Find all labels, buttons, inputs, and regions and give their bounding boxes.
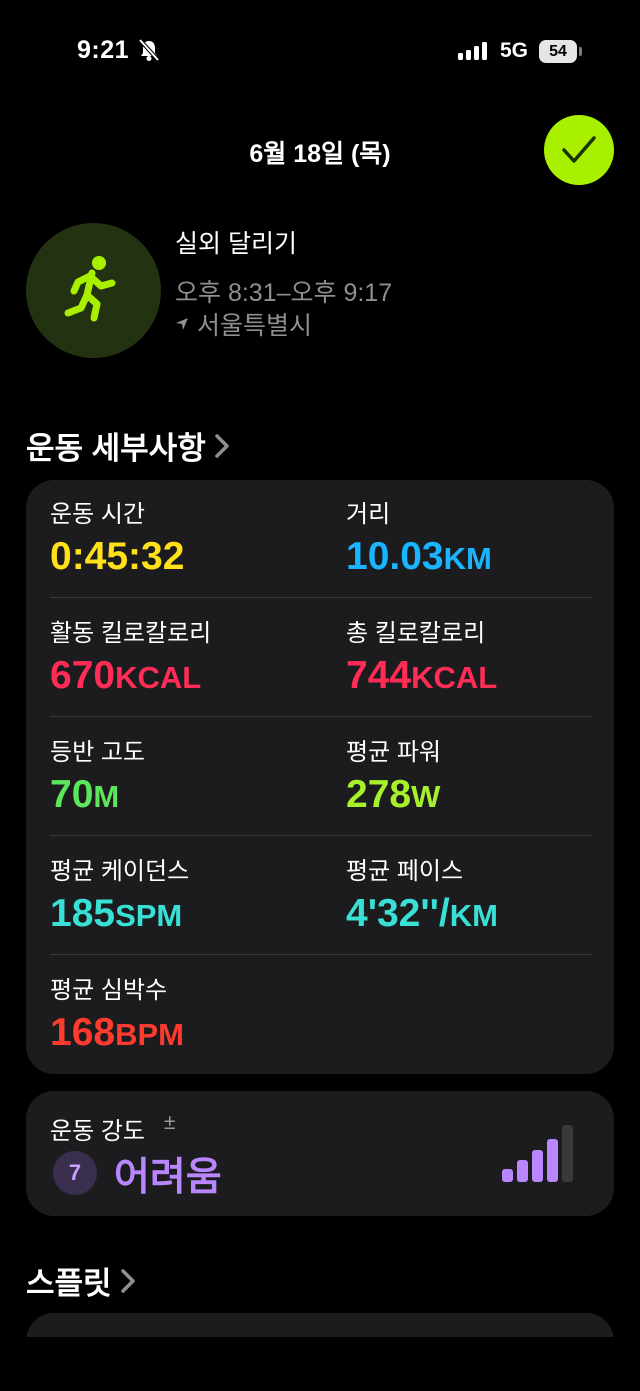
metric-workout-time: 운동 시간 0:45:32 (50, 500, 184, 582)
metric-value: 278W (346, 773, 441, 816)
metric-label: 평균 케이던스 (50, 858, 190, 885)
metric-active-calories: 활동 킬로칼로리 670KCAL (50, 619, 211, 701)
metric-label: 거리 (346, 501, 391, 528)
divider (50, 716, 592, 717)
metric-average-pace: 평균 페이스 4'32''/KM (346, 857, 498, 939)
metric-average-heart-rate: 평균 심박수 168BPM (50, 976, 184, 1058)
chevron-right-icon (214, 433, 229, 458)
effort-bars-icon (502, 1125, 573, 1182)
workout-effort-card[interactable]: 운동 강도 ± 7 어려움 (26, 1091, 614, 1216)
location-arrow-icon (176, 318, 188, 330)
battery-icon: 54 (539, 40, 577, 63)
status-bar: 9:21 5G 54 (0, 0, 640, 100)
network-type: 5G (500, 39, 529, 62)
splits-header[interactable]: 스플릿 (26, 1258, 136, 1303)
workout-name: 실외 달리기 (175, 230, 297, 258)
divider (50, 835, 592, 836)
workout-type-badge (26, 223, 161, 358)
metric-value: 70M (50, 773, 120, 816)
battery-cap (579, 47, 582, 56)
signal-icon (458, 42, 487, 60)
metric-label: 운동 시간 (50, 501, 145, 528)
splits-title: 스플릿 (26, 1266, 112, 1301)
metric-label: 평균 페이스 (346, 858, 464, 885)
metric-distance: 거리 10.03KM (346, 500, 492, 582)
effort-level-text: 어려움 (114, 1156, 222, 1199)
checkmark-icon (562, 136, 596, 163)
metric-value: 670KCAL (50, 654, 202, 697)
workout-details-title: 운동 세부사항 (26, 431, 206, 466)
metric-label: 평균 심박수 (50, 977, 168, 1004)
metric-label: 등반 고도 (50, 739, 145, 766)
metric-label: 총 킬로칼로리 (346, 620, 486, 647)
done-button[interactable] (544, 115, 614, 185)
bell-slash-icon (138, 38, 160, 62)
divider (50, 954, 592, 955)
workout-location: 서울특별시 (175, 306, 312, 342)
divider (50, 597, 592, 598)
metric-value: 0:45:32 (50, 535, 185, 578)
chevron-right-icon (120, 1268, 135, 1293)
running-figure-icon (64, 255, 115, 321)
workout-time-range: 오후 8:31–오후 9:17 (175, 279, 393, 307)
metric-value: 4'32''/KM (346, 892, 498, 935)
bottom-edge (0, 1337, 640, 1391)
metric-label: 평균 파워 (346, 739, 441, 766)
metric-value: 744KCAL (346, 654, 498, 697)
metric-value: 10.03KM (346, 535, 492, 578)
workout-location-text: 서울특별시 (197, 312, 313, 340)
metric-average-power: 평균 파워 278W (346, 738, 441, 820)
status-time: 9:21 (77, 36, 130, 64)
metric-average-cadence: 평균 케이던스 185SPM (50, 857, 189, 939)
metric-value: 168BPM (50, 1011, 184, 1054)
metric-elevation-gain: 등반 고도 70M (50, 738, 145, 820)
metric-total-calories: 총 킬로칼로리 744KCAL (346, 619, 497, 701)
workout-details-header[interactable]: 운동 세부사항 (26, 423, 230, 468)
adjust-icon: ± (164, 1111, 176, 1134)
metric-label: 활동 킬로칼로리 (50, 620, 212, 647)
metric-value: 185SPM (50, 892, 183, 935)
workout-details-card: 운동 시간 0:45:32 거리 10.03KM 활동 킬로칼로리 670KCA… (26, 480, 614, 1074)
effort-label: 운동 강도 (50, 1118, 145, 1145)
effort-level-badge: 7 (53, 1151, 97, 1195)
